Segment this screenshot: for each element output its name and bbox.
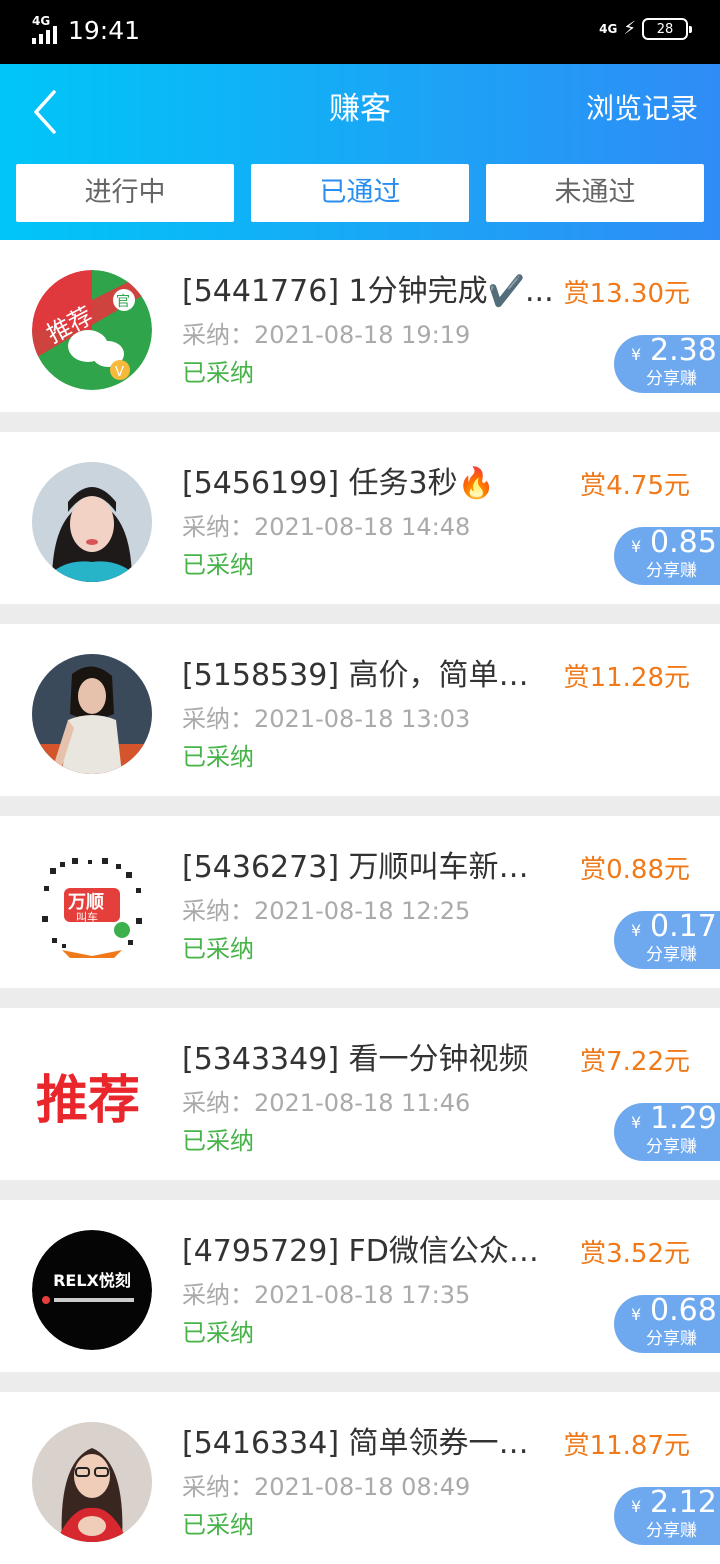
svg-text:万顺: 万顺 xyxy=(67,892,104,913)
share-earn-button[interactable]: ¥ 1.29 分享赚 xyxy=(614,1101,720,1161)
task-reward: 赏13.30元 xyxy=(563,279,690,309)
task-item[interactable]: RELX悦刻 [4795729] FD微信公众号... 赏3.52元 采纳：20… xyxy=(0,1200,720,1372)
tab-rejected[interactable]: 未通过 xyxy=(486,164,704,222)
clock-time: 19:41 xyxy=(68,16,141,45)
svg-text:RELX悦刻: RELX悦刻 xyxy=(53,1271,131,1290)
task-reward: 赏11.87元 xyxy=(563,1431,690,1461)
share-label: 分享赚 xyxy=(646,1329,697,1349)
status-badge: 已采纳 xyxy=(182,743,254,771)
charging-bolt-icon: ⚡ xyxy=(623,18,636,39)
mini-program-code-avatar: 万顺 叫车 xyxy=(32,846,152,966)
status-badge: 已采纳 xyxy=(182,359,254,387)
yen-icon: ¥ xyxy=(631,537,642,556)
adopt-date: 采纳：2021-08-18 17:35 xyxy=(182,1281,471,1309)
share-amount: 0.68 xyxy=(650,1293,717,1328)
share-earn-button[interactable]: ¥ 0.85 分享赚 xyxy=(614,525,720,585)
battery-level: 28 xyxy=(656,21,674,37)
yen-icon: ¥ xyxy=(631,921,642,940)
task-item[interactable]: 推荐 官 V [5441776] 1分钟完成✔️... 赏13.30元 采纳：2… xyxy=(0,240,720,412)
status-badge: 已采纳 xyxy=(182,551,254,579)
task-item[interactable]: 万顺 叫车 [5436273] 万顺叫车新人... 赏0.88元 采纳：2021… xyxy=(0,816,720,988)
task-title: [5456199] 任务3秒🔥 xyxy=(182,466,495,501)
task-reward: 赏0.88元 xyxy=(580,855,690,885)
task-title: [5416334] 简单领券一张... xyxy=(182,1426,556,1461)
share-label: 分享赚 xyxy=(646,945,697,965)
network-type-label-right: 4G xyxy=(599,22,618,36)
share-label: 分享赚 xyxy=(646,1521,697,1541)
svg-text:官: 官 xyxy=(116,294,130,310)
status-bar: 4G 19:41 4G ⚡ 28 xyxy=(0,0,720,64)
status-right-group: 4G ⚡ 28 xyxy=(599,18,692,40)
adopt-date: 采纳：2021-08-18 08:49 xyxy=(182,1473,471,1501)
battery-icon: 28 xyxy=(642,18,692,40)
task-item[interactable]: [5456199] 任务3秒🔥 赏4.75元 采纳：2021-08-18 14:… xyxy=(0,432,720,604)
task-item[interactable]: 推荐 [5343349] 看一分钟视频 赏7.22元 采纳：2021-08-18… xyxy=(0,1008,720,1180)
task-title: [5343349] 看一分钟视频 xyxy=(182,1042,529,1077)
yen-icon: ¥ xyxy=(631,1497,642,1516)
signal-icon: 4G xyxy=(32,14,62,46)
share-amount: 2.12 xyxy=(650,1485,717,1520)
task-reward: 赏3.52元 xyxy=(580,1239,690,1269)
task-title: [5441776] 1分钟完成✔️... xyxy=(182,274,554,309)
relx-logo-avatar: RELX悦刻 xyxy=(32,1230,152,1350)
share-amount: 0.85 xyxy=(650,525,717,560)
adopt-date: 采纳：2021-08-18 11:46 xyxy=(182,1089,471,1117)
adopt-date: 采纳：2021-08-18 13:03 xyxy=(182,705,471,733)
task-title: [5158539] 高价，简单，... xyxy=(182,658,556,693)
status-badge: 已采纳 xyxy=(182,1511,254,1539)
yen-icon: ¥ xyxy=(631,1305,642,1324)
svg-text:叫车: 叫车 xyxy=(76,910,98,924)
yen-icon: ¥ xyxy=(631,1113,642,1132)
task-title: [4795729] FD微信公众号... xyxy=(182,1234,556,1269)
yen-icon: ¥ xyxy=(631,345,642,364)
app-header: 赚客 浏览记录 进行中 已通过 未通过 xyxy=(0,64,720,240)
task-reward: 赏7.22元 xyxy=(580,1047,690,1077)
status-badge: 已采纳 xyxy=(182,935,254,963)
user-photo-avatar xyxy=(32,462,152,582)
share-earn-button[interactable]: ¥ 0.68 分享赚 xyxy=(614,1293,720,1353)
task-item[interactable]: [5158539] 高价，简单，... 赏11.28元 采纳：2021-08-1… xyxy=(0,624,720,796)
svg-text:V: V xyxy=(115,365,124,380)
share-earn-button[interactable]: ¥ 2.38 分享赚 xyxy=(614,333,720,393)
task-item[interactable]: [5416334] 简单领券一张... 赏11.87元 采纳：2021-08-1… xyxy=(0,1392,720,1564)
tab-approved[interactable]: 已通过 xyxy=(251,164,469,222)
browse-history-link[interactable]: 浏览记录 xyxy=(586,88,698,130)
share-label: 分享赚 xyxy=(646,1137,697,1157)
share-label: 分享赚 xyxy=(646,369,697,389)
task-reward: 赏11.28元 xyxy=(563,663,690,693)
share-earn-button[interactable]: ¥ 2.12 分享赚 xyxy=(614,1485,720,1545)
recommend-logo-avatar: 推荐 xyxy=(32,1038,152,1158)
share-amount: 2.38 xyxy=(650,333,717,368)
status-badge: 已采纳 xyxy=(182,1319,254,1347)
user-photo-avatar xyxy=(32,654,152,774)
svg-text:推荐: 推荐 xyxy=(36,1071,140,1131)
adopt-date: 采纳：2021-08-18 12:25 xyxy=(182,897,471,925)
share-amount: 1.29 xyxy=(650,1101,717,1136)
share-earn-button[interactable]: ¥ 0.17 分享赚 xyxy=(614,909,720,969)
user-photo-avatar xyxy=(32,1422,152,1542)
adopt-date: 采纳：2021-08-18 14:48 xyxy=(182,513,471,541)
task-reward: 赏4.75元 xyxy=(580,471,690,501)
share-label: 分享赚 xyxy=(646,561,697,581)
tab-in-progress[interactable]: 进行中 xyxy=(16,164,234,222)
wechat-recommend-avatar: 推荐 官 V xyxy=(32,270,152,390)
adopt-date: 采纳：2021-08-18 19:19 xyxy=(182,321,471,349)
share-amount: 0.17 xyxy=(650,909,717,944)
status-badge: 已采纳 xyxy=(182,1127,254,1155)
task-title: [5436273] 万顺叫车新人... xyxy=(182,850,556,885)
